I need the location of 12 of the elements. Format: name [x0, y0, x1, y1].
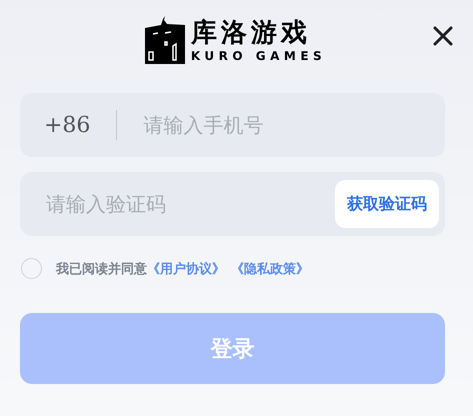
- code-field[interactable]: 请输入验证码 获取验证码: [20, 172, 445, 236]
- close-icon[interactable]: [433, 26, 453, 46]
- agreement-link[interactable]: 《用户协议》: [147, 260, 225, 278]
- country-code[interactable]: +86: [44, 112, 90, 138]
- agreement-link[interactable]: 《隐私政策》: [231, 260, 309, 278]
- phone-field[interactable]: +86 请输入手机号: [20, 93, 445, 157]
- agreement-checkbox[interactable]: [21, 258, 42, 279]
- logo-mark-icon: [144, 16, 185, 64]
- get-code-button[interactable]: 获取验证码: [335, 180, 439, 228]
- agreement-text: 我已阅读并同意: [56, 260, 147, 278]
- logo-name: 库洛游戏: [190, 18, 312, 48]
- logo-subtitle: KURO GAMES: [190, 48, 326, 64]
